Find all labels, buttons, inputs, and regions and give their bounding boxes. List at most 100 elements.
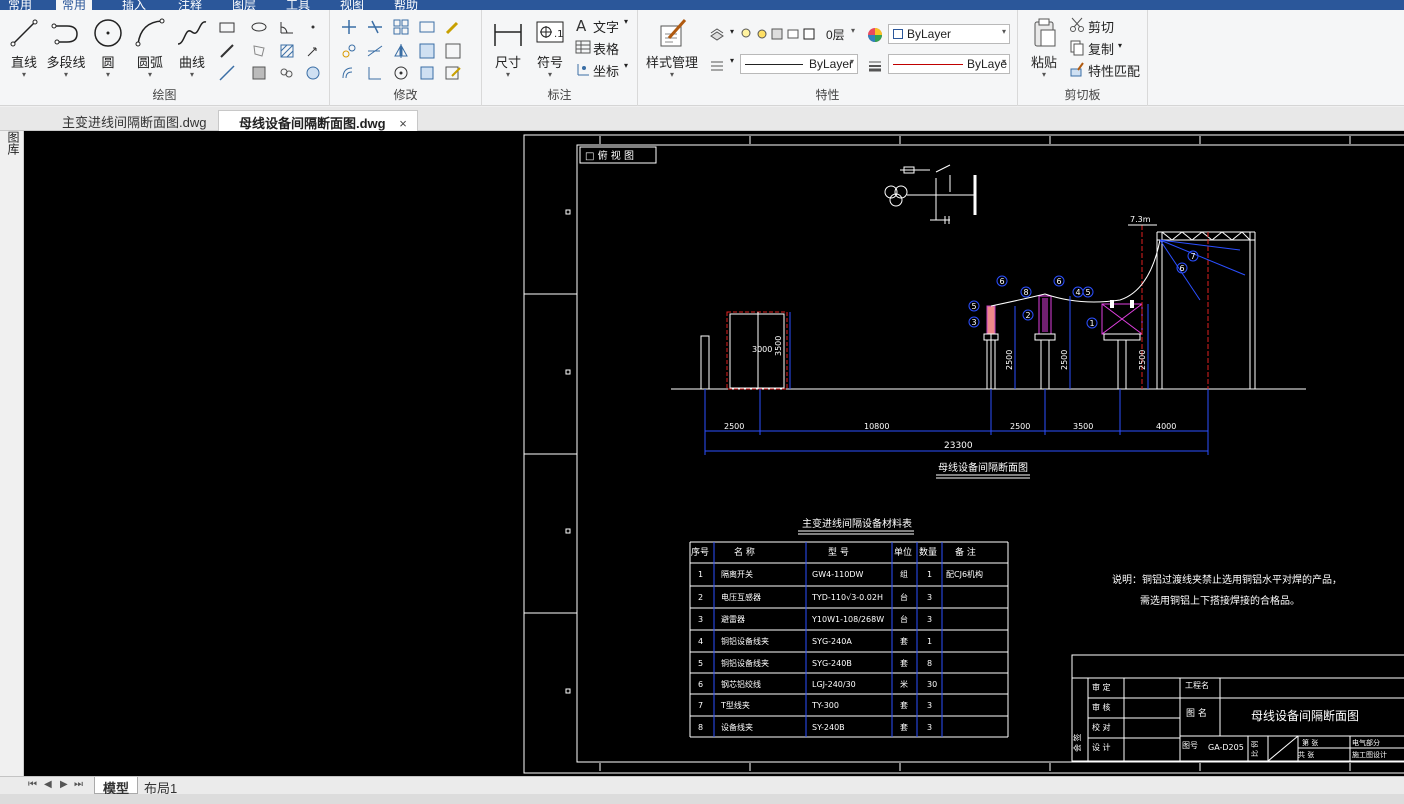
dim-2500-a[interactable]: 2500 [1005,350,1014,370]
callout-label[interactable]: 5 [1086,288,1091,297]
linetype-dropdown[interactable]: ByLayer ▾ [740,54,858,74]
callout-label[interactable]: 4 [1076,288,1081,297]
dim-chain-text[interactable]: 10800 [864,422,889,431]
chamfer-icon[interactable] [418,64,436,82]
spline-button[interactable]: 曲线 ▾ [170,16,214,79]
lineweight-icon[interactable] [866,56,884,74]
dim-chain-text[interactable]: 3500 [1073,422,1093,431]
block-icon[interactable] [250,64,268,82]
layer-manager-icon[interactable] [708,26,726,44]
tb-review[interactable]: 审 定 [1092,682,1111,692]
note-line-2[interactable]: 需选用铜铝上下搭接焊接的合格品。 [1140,594,1300,607]
text-button[interactable]: 文字 [593,17,619,36]
callout-label[interactable]: 6 [1057,277,1062,286]
dim-3000[interactable]: 3000 [752,345,772,354]
copy-icon[interactable] [1068,38,1086,56]
callout-label[interactable]: 5 [972,302,977,311]
stretch-icon[interactable] [418,18,436,36]
hatch-icon[interactable] [278,42,296,60]
fillet-icon[interactable] [444,42,462,60]
trim-icon[interactable] [366,18,384,36]
tb-drawing-no[interactable]: GA-D205 [1208,743,1244,752]
match-properties-button[interactable]: 特性匹配 [1088,61,1140,80]
move-icon[interactable] [340,18,358,36]
first-tab-icon[interactable]: ⏮ [28,779,37,790]
prev-tab-icon[interactable]: ◀ [44,779,52,790]
material-table[interactable]: 序号 名 称 型 号 单位 数量 备 注 1 隔离开关 GW4-110DW 组 1 配CJ6机构 2 电压… [689,541,1009,738]
copy-button[interactable]: 复制 [1088,39,1114,58]
cut-button[interactable]: 剪切 [1088,17,1114,36]
tb-company[interactable]: 施工图设计 [1352,750,1387,759]
dimension-button[interactable]: 尺寸 ▾ [486,16,530,79]
material-table-title[interactable]: 主变进线间隔设备材料表 [802,517,912,530]
layout1-tab[interactable]: 布局1 [136,777,185,796]
scale-icon[interactable] [418,42,436,60]
pointer-icon[interactable] [304,42,322,60]
callout-label[interactable]: 2 [1026,311,1031,320]
coordinate-button[interactable]: 坐标 [593,61,619,80]
library-tab[interactable]: 图库 [5,131,20,155]
explode-icon[interactable] [366,64,384,82]
model-tab[interactable]: 模型 [94,777,139,796]
line-button[interactable]: 直线 ▾ [2,16,46,79]
doc-tab-main-transformer[interactable]: 主变进线间隔断面图.dwg [32,110,216,131]
callout-label[interactable]: 6 [1180,264,1185,273]
rectangle-icon[interactable] [218,18,236,36]
close-icon[interactable]: × [399,116,407,131]
tb-drawing-name-label[interactable]: 图 名 [1186,707,1207,719]
circle-button[interactable]: 圆 ▾ [86,16,130,79]
color-wheel-icon[interactable] [866,26,884,44]
cut-icon[interactable] [1068,16,1086,34]
table-button[interactable]: 表格 [593,39,619,58]
layer-dropdown[interactable]: 0层 ▾ [740,24,858,44]
dim-2500-c[interactable]: 2500 [1138,350,1147,370]
array-icon[interactable] [392,18,410,36]
tb-sheets-total[interactable]: 共 张 [1298,750,1314,759]
tb-design[interactable]: 设 计 [1092,742,1111,752]
tb-dept[interactable]: 电气部分 [1352,738,1380,747]
edit-icon[interactable] [444,64,462,82]
callout-label[interactable]: 1 [1090,319,1095,328]
tb-project-label[interactable]: 工程名 [1185,680,1209,690]
region-icon[interactable] [250,42,268,60]
rotate-icon[interactable] [392,64,410,82]
tb-check[interactable]: 审 核 [1092,702,1111,712]
doc-tab-busbar[interactable]: 母线设备间隔断面图.dwg × [218,110,418,131]
dim-chain-text[interactable]: 4000 [1156,422,1176,431]
construction-line-icon[interactable] [218,42,236,60]
tb-drawing-no-label[interactable]: 图号 [1182,741,1198,750]
callout-label[interactable]: 8 [1024,288,1029,297]
symbol-button[interactable]: .1 符号 ▾ [528,16,572,79]
dim-3500[interactable]: 3500 [774,336,783,356]
dim-chain-text[interactable]: 2500 [1010,422,1030,431]
tb-proofread[interactable]: 校 对 [1092,722,1111,732]
dim-total[interactable]: 23300 [944,441,973,451]
callout-label[interactable]: 7 [1191,252,1196,261]
viewport-label[interactable]: □ 俯 视 图 [585,149,634,162]
dim-chain-text[interactable]: 2500 [724,422,744,431]
dim-7-3m[interactable]: 7.3m [1130,215,1151,224]
brush-icon[interactable] [444,18,462,36]
linetype-list-icon[interactable] [708,56,726,74]
tb-sign[interactable]: 会 签 [1072,733,1082,752]
table-icon[interactable] [574,38,592,56]
coordinate-icon[interactable] [574,60,592,78]
cloud-icon[interactable] [278,64,296,82]
tb-ratio[interactable]: 比 例 [1250,741,1259,757]
tb-sheet[interactable]: 第 张 [1302,738,1318,747]
arc-button[interactable]: 圆弧 ▾ [128,16,172,79]
wipeout-icon[interactable] [304,64,322,82]
callout-label[interactable]: 6 [1000,277,1005,286]
text-icon[interactable]: A [574,16,592,34]
polyline-button[interactable]: 多段线 ▾ [44,16,88,79]
color-dropdown[interactable]: ByLayer ▾ [888,24,1010,44]
xline-icon[interactable] [218,64,236,82]
section-title[interactable]: 母线设备间隔断面图 [938,461,1028,474]
menu-tab-active[interactable]: 常用 [56,0,93,12]
next-tab-icon[interactable]: ▶ [60,779,68,790]
dim-2500-b[interactable]: 2500 [1060,350,1069,370]
offset-icon[interactable] [340,64,358,82]
drawing-canvas[interactable]: □ 俯 视 图 3000 3500 7.3m 2500 2500 2500 6 … [24,131,1404,776]
ellipse-icon[interactable] [250,18,268,36]
callout-label[interactable]: 3 [972,318,977,327]
